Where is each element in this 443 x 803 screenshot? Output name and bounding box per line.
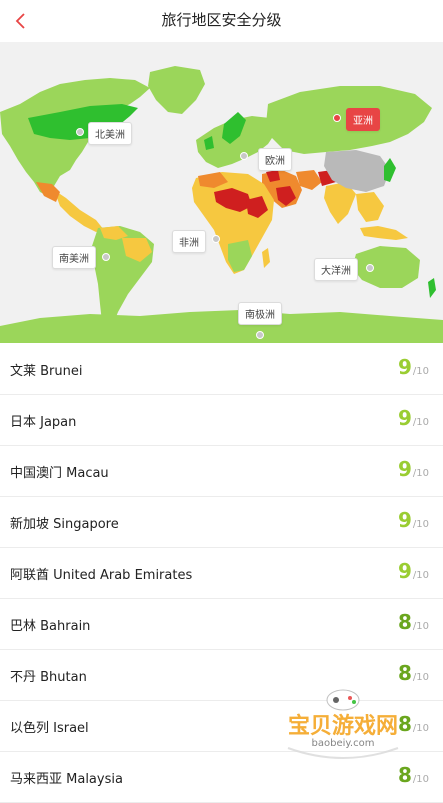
safety-score: 8 /10	[398, 763, 429, 787]
oceania-dot[interactable]	[366, 264, 374, 272]
score-max: /10	[412, 672, 429, 683]
central-america-region	[54, 190, 104, 232]
score-value: 8	[397, 610, 412, 634]
north-america-label[interactable]: 北美洲	[88, 122, 132, 145]
asia-dot[interactable]	[333, 114, 341, 122]
safety-score: 9 /10	[398, 355, 429, 379]
antarctica-label[interactable]: 南极洲	[238, 302, 282, 325]
antarctica-region	[0, 310, 443, 343]
top-bar: 旅行地区安全分级	[0, 0, 443, 43]
country-name: 巴林 Bahrain	[10, 619, 91, 634]
list-item[interactable]: 巴林 Bahrain 8 /10	[0, 599, 443, 650]
southeast-asia-region	[356, 192, 384, 222]
watermark-url: baobeiy.com	[311, 738, 375, 749]
world-map[interactable]: 北美洲 欧洲 亚洲 非洲 南美洲 大洋洲 南极洲	[0, 42, 443, 343]
europe-label[interactable]: 欧洲	[258, 148, 292, 171]
asia-label[interactable]: 亚洲	[346, 108, 380, 131]
score-max: /10	[412, 468, 429, 479]
site-watermark: 宝贝游戏网 baobeiy.com	[268, 686, 418, 766]
score-value: 9	[397, 508, 412, 532]
safety-score: 8 /10	[398, 610, 429, 634]
country-name: 日本 Japan	[10, 415, 77, 430]
score-max: /10	[412, 366, 429, 377]
australia-region	[352, 246, 420, 288]
country-name: 以色列 Israel	[10, 721, 89, 736]
list-item[interactable]: 中国澳门 Macau 9 /10	[0, 446, 443, 497]
country-name: 文莱 Brunei	[10, 364, 83, 379]
score-value: 9	[397, 355, 412, 379]
japan-region	[384, 158, 396, 182]
score-value: 9	[397, 457, 412, 481]
score-value: 9	[397, 559, 412, 583]
north-america-dot[interactable]	[76, 128, 84, 136]
south-america-label[interactable]: 南美洲	[52, 246, 96, 269]
country-name: 马来西亚 Malaysia	[10, 772, 123, 787]
score-max: /10	[412, 774, 429, 785]
oceania-label[interactable]: 大洋洲	[314, 258, 358, 281]
list-item[interactable]: 日本 Japan 9 /10	[0, 395, 443, 446]
country-name: 不丹 Bhutan	[10, 670, 87, 685]
greenland-region	[148, 66, 205, 114]
world-map-graphic	[0, 66, 443, 343]
score-value: 8	[397, 763, 412, 787]
country-name: 中国澳门 Macau	[10, 466, 109, 481]
score-value: 9	[397, 406, 412, 430]
score-max: /10	[412, 621, 429, 632]
antarctica-dot[interactable]	[256, 331, 264, 339]
safety-score: 9 /10	[398, 406, 429, 430]
list-item[interactable]: 新加坡 Singapore 9 /10	[0, 497, 443, 548]
score-max: /10	[412, 519, 429, 530]
new-zealand-region	[428, 278, 436, 298]
score-max: /10	[412, 417, 429, 428]
africa-label[interactable]: 非洲	[172, 230, 206, 253]
watermark-text: 宝贝游戏网	[287, 714, 398, 739]
list-item[interactable]: 文莱 Brunei 9 /10	[0, 344, 443, 395]
safety-score: 8 /10	[398, 661, 429, 685]
safety-score: 9 /10	[398, 508, 429, 532]
southern-africa-region	[228, 240, 252, 272]
africa-dot[interactable]	[212, 235, 220, 243]
south-america-dot[interactable]	[102, 253, 110, 261]
mexico-region	[36, 182, 60, 202]
safety-score: 9 /10	[398, 559, 429, 583]
list-item[interactable]: 阿联酋 United Arab Emirates 9 /10	[0, 548, 443, 599]
page-title: 旅行地区安全分级	[161, 11, 282, 29]
safety-score: 9 /10	[398, 457, 429, 481]
score-value: 8	[397, 661, 412, 685]
madagascar-region	[262, 248, 270, 268]
europe-dot[interactable]	[240, 152, 248, 160]
country-name: 阿联酋 United Arab Emirates	[10, 568, 193, 583]
score-max: /10	[412, 570, 429, 581]
country-name: 新加坡 Singapore	[10, 517, 119, 532]
indonesia-region	[360, 226, 408, 240]
